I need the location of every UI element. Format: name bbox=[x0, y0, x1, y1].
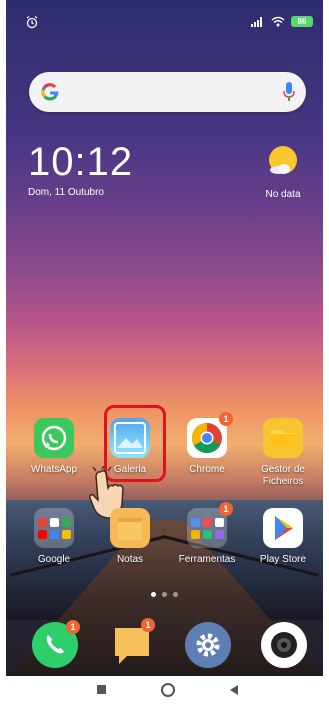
app-label: Gestor de Ficheiros bbox=[261, 464, 305, 487]
weather-widget[interactable]: No data bbox=[255, 144, 311, 200]
calculator-icon bbox=[190, 517, 200, 527]
page-dot bbox=[151, 592, 156, 597]
google-search-bar[interactable] bbox=[29, 72, 306, 112]
scanner-icon bbox=[214, 529, 224, 539]
weather-label: No data bbox=[265, 189, 301, 200]
camera-icon bbox=[271, 632, 297, 658]
folder-google[interactable]: Google bbox=[19, 508, 89, 565]
clock-icon bbox=[214, 517, 224, 527]
clock-date: Dom, 11 Outubro bbox=[28, 187, 104, 198]
wifi-icon bbox=[271, 16, 285, 27]
sun-cloud-icon bbox=[269, 146, 297, 174]
play-store-icon bbox=[263, 508, 303, 548]
app-label: Chrome bbox=[189, 464, 225, 475]
notification-badge: 1 bbox=[66, 620, 80, 634]
mic-icon[interactable] bbox=[282, 80, 296, 104]
back-button[interactable] bbox=[228, 684, 240, 696]
youtube-icon bbox=[37, 529, 47, 539]
app-label: Notas bbox=[116, 554, 144, 565]
folder-icon: 1 bbox=[187, 502, 233, 548]
folder-icon bbox=[263, 418, 303, 458]
signal-icon bbox=[251, 16, 262, 27]
clock-time: 10:12 bbox=[28, 140, 134, 184]
app-chrome[interactable]: 1 Chrome bbox=[172, 412, 242, 475]
home-button[interactable] bbox=[160, 682, 176, 698]
home-screen: 86 10:12 Dom, 11 Outubro No data WhatsAp… bbox=[6, 0, 323, 705]
calendar-icon bbox=[202, 529, 212, 539]
google-app-icon bbox=[37, 517, 47, 527]
gmail-icon bbox=[49, 517, 59, 527]
compass-icon bbox=[190, 529, 200, 539]
app-notes[interactable]: Notas bbox=[95, 508, 165, 565]
app-play-store[interactable]: Play Store bbox=[248, 508, 318, 565]
app-label: WhatsApp bbox=[30, 464, 78, 475]
folder-icon bbox=[34, 508, 74, 548]
status-bar: 86 bbox=[6, 0, 323, 44]
notification-badge: 1 bbox=[219, 412, 233, 426]
dock-phone[interactable]: 1 bbox=[32, 620, 80, 668]
page-dot bbox=[162, 592, 167, 597]
maps-icon bbox=[61, 517, 71, 527]
alarm-icon bbox=[26, 16, 38, 29]
status-icons: 86 bbox=[251, 16, 313, 27]
notification-badge: 1 bbox=[219, 502, 233, 516]
google-icon bbox=[41, 83, 59, 101]
app-whatsapp[interactable]: WhatsApp bbox=[19, 418, 89, 475]
app-label: Play Store bbox=[259, 554, 307, 565]
dock-messages[interactable]: 1 bbox=[109, 618, 155, 668]
clock-widget[interactable]: 10:12 Dom, 11 Outubro bbox=[28, 140, 133, 198]
whatsapp-icon bbox=[34, 418, 74, 458]
app-file-manager[interactable]: Gestor de Ficheiros bbox=[248, 418, 318, 488]
notification-badge: 1 bbox=[141, 618, 155, 632]
navigation-bar bbox=[6, 676, 323, 705]
app-label: Ferramentas bbox=[178, 554, 236, 565]
folder-tools[interactable]: 1 Ferramentas bbox=[172, 502, 242, 565]
notes-icon bbox=[110, 508, 150, 548]
dock-settings[interactable] bbox=[185, 622, 231, 668]
gear-icon bbox=[196, 633, 220, 657]
battery-indicator: 86 bbox=[291, 16, 313, 27]
recorder-icon bbox=[202, 517, 212, 527]
app-label: Google bbox=[37, 554, 71, 565]
page-indicator bbox=[6, 592, 323, 597]
photos-icon bbox=[61, 529, 71, 539]
page-dot bbox=[173, 592, 178, 597]
drive-icon bbox=[49, 529, 59, 539]
recents-button[interactable] bbox=[96, 684, 108, 696]
chrome-icon: 1 bbox=[187, 412, 233, 458]
dock-camera[interactable] bbox=[261, 622, 307, 668]
